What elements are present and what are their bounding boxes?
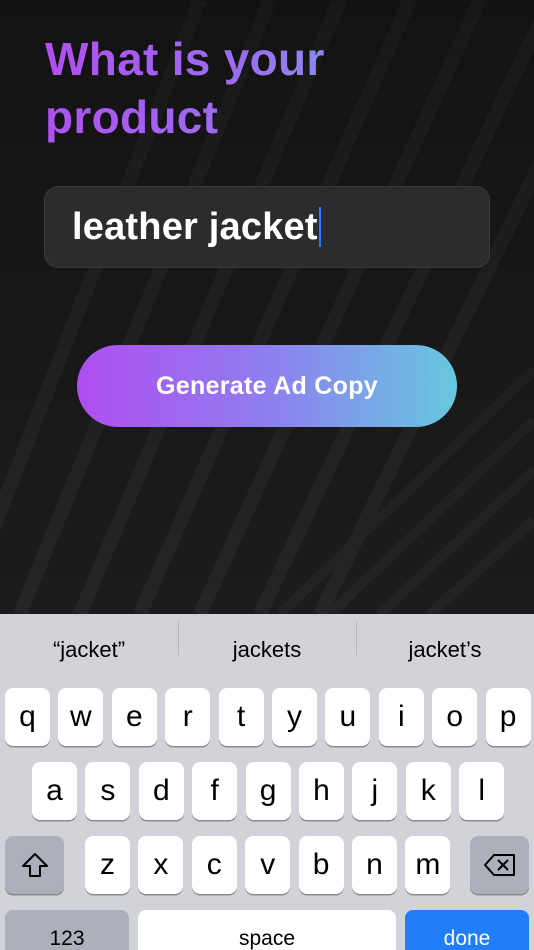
key-q[interactable]: q [5,688,50,746]
key-i[interactable]: i [378,688,424,746]
key-l[interactable]: l [459,762,505,820]
done-key[interactable]: done [405,910,529,950]
text-caret [318,207,321,247]
suggestion-item[interactable]: “jacket” [0,637,178,663]
product-input[interactable]: leather jacket [44,186,490,268]
key-z[interactable]: z [85,836,130,894]
key-d[interactable]: d [138,762,184,820]
space-key[interactable]: space [138,910,396,950]
suggestion-bar: “jacket” jackets jacket’s [0,614,534,686]
keyboard: “jacket” jackets jacket’s qwertyuiop asd… [0,614,534,950]
numbers-key[interactable]: 123 [5,910,129,950]
key-j[interactable]: j [352,762,398,820]
key-p[interactable]: p [485,688,531,746]
page-title-line1: What is your [45,33,325,85]
app-screen: What is your product leather jacket Gene… [0,0,534,614]
key-w[interactable]: w [58,688,104,746]
suggestion-item[interactable]: jackets [178,621,356,663]
key-g[interactable]: g [245,762,291,820]
delete-key[interactable] [470,836,529,894]
key-h[interactable]: h [299,762,344,820]
page-title-line2: product [45,91,219,143]
key-x[interactable]: x [138,836,184,894]
key-m[interactable]: m [405,836,451,894]
key-r[interactable]: r [165,688,211,746]
key-f[interactable]: f [192,762,238,820]
key-k[interactable]: k [405,762,451,820]
key-s[interactable]: s [85,762,131,820]
key-c[interactable]: c [191,836,237,894]
key-e[interactable]: e [111,688,157,746]
shift-key[interactable] [5,836,64,894]
key-b[interactable]: b [298,836,344,894]
key-u[interactable]: u [325,688,371,746]
key-a[interactable]: a [32,762,77,820]
page-title: What is your product [45,30,485,146]
key-t[interactable]: t [218,688,264,746]
generate-ad-copy-button[interactable]: Generate Ad Copy [77,345,457,427]
shift-icon [21,853,48,877]
key-v[interactable]: v [245,836,291,894]
key-n[interactable]: n [352,836,397,894]
key-y[interactable]: y [272,688,317,746]
key-o[interactable]: o [432,688,478,746]
backspace-icon [483,854,515,876]
product-input-value: leather jacket [72,205,318,248]
suggestion-item[interactable]: jacket’s [356,621,534,663]
